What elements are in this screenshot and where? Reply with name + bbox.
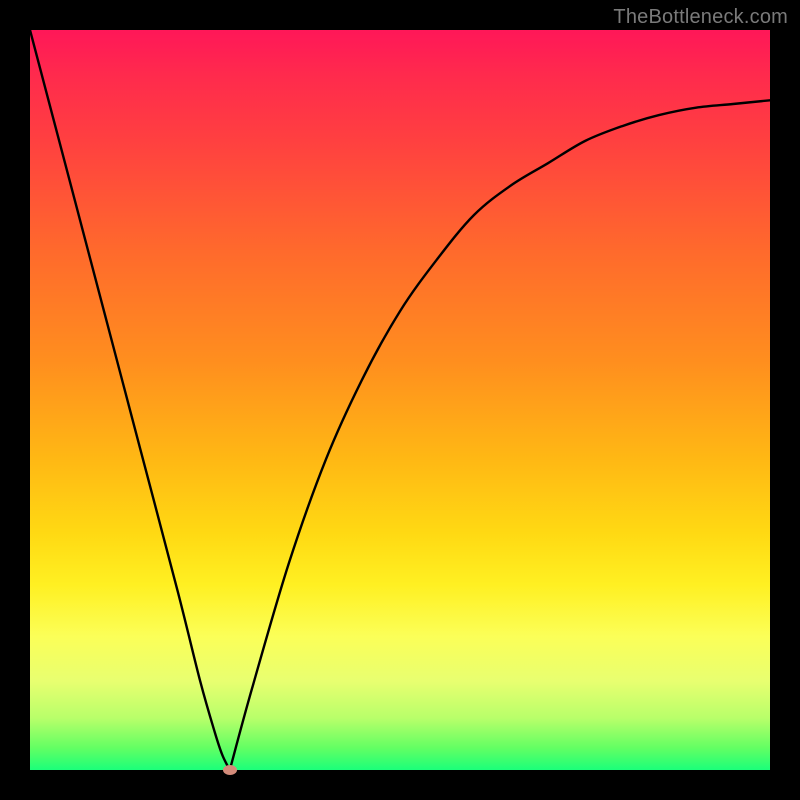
plot-area (30, 30, 770, 770)
minimum-point-marker (223, 765, 237, 775)
attribution-label: TheBottleneck.com (613, 6, 788, 29)
chart-frame: TheBottleneck.com (0, 0, 800, 800)
bottleneck-curve (30, 30, 770, 770)
curve-path (30, 30, 770, 770)
